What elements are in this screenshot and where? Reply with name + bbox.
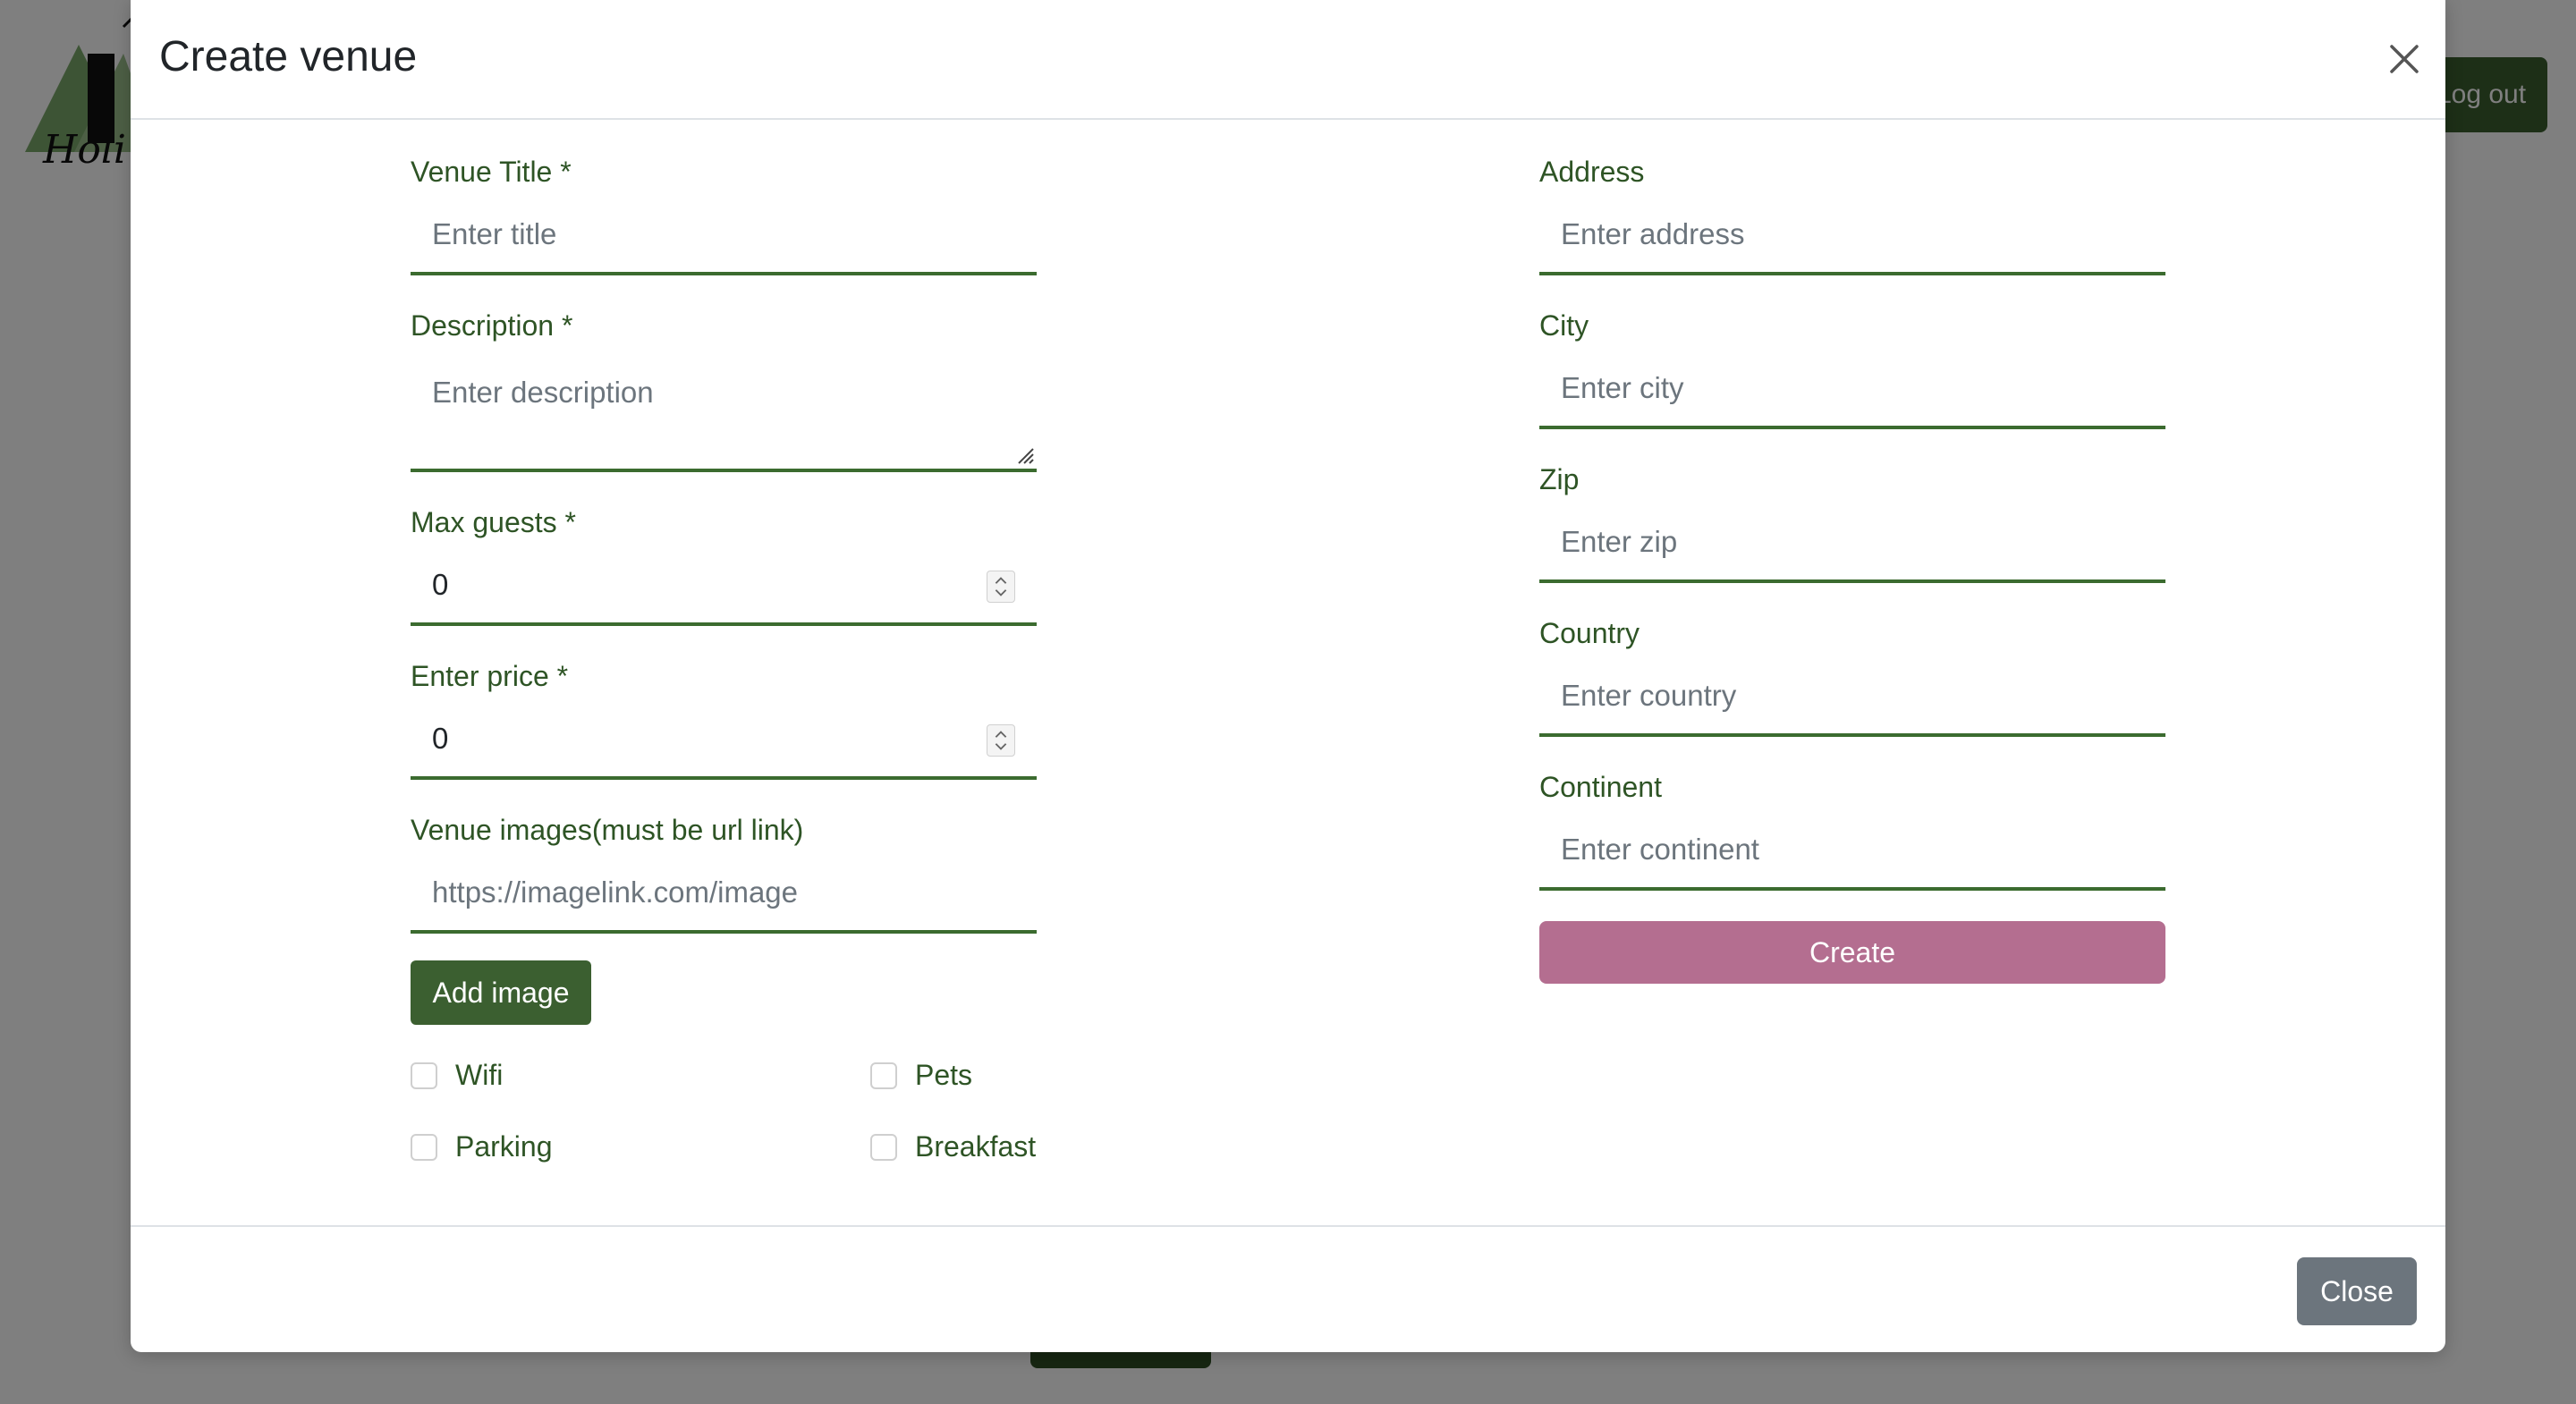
pets-label: Pets xyxy=(915,1059,973,1091)
parking-label: Parking xyxy=(455,1130,553,1163)
country-label: Country xyxy=(1539,617,1640,649)
description-label: Description * xyxy=(411,309,573,342)
price-value: 0 xyxy=(432,722,449,755)
modal-footer: Close xyxy=(131,1225,2445,1352)
amenity-wifi[interactable]: Wifi xyxy=(411,1059,503,1092)
stepper-icon[interactable] xyxy=(987,724,1015,757)
amenity-parking[interactable]: Parking xyxy=(411,1130,553,1163)
stepper-icon[interactable] xyxy=(987,571,1015,603)
create-venue-modal: Create venue Venue Title * Enter title D… xyxy=(131,0,2445,1352)
description-textarea[interactable]: Enter description xyxy=(411,354,1037,472)
continent-label: Continent xyxy=(1539,771,1662,803)
modal-header: Create venue xyxy=(131,0,2445,120)
amenity-pets[interactable]: Pets xyxy=(870,1059,972,1092)
venue-images-label: Venue images(must be url link) xyxy=(411,814,804,846)
zip-input[interactable]: Enter zip xyxy=(1539,504,2165,583)
close-icon[interactable] xyxy=(2381,36,2428,82)
zip-label: Zip xyxy=(1539,463,1580,495)
wifi-label: Wifi xyxy=(455,1059,504,1091)
country-input[interactable]: Enter country xyxy=(1539,658,2165,737)
continent-input[interactable]: Enter continent xyxy=(1539,812,2165,891)
pets-checkbox[interactable] xyxy=(870,1061,897,1089)
max-guests-input[interactable]: 0 xyxy=(411,547,1037,626)
description-placeholder: Enter description xyxy=(432,376,654,409)
city-label: City xyxy=(1539,309,1589,342)
parking-checkbox[interactable] xyxy=(411,1133,437,1161)
max-guests-value: 0 xyxy=(432,568,449,601)
modal-title: Create venue xyxy=(159,33,418,80)
venue-title-input[interactable]: Enter title xyxy=(411,197,1037,275)
wifi-checkbox[interactable] xyxy=(411,1061,437,1089)
venue-title-label: Venue Title * xyxy=(411,156,572,188)
close-button[interactable]: Close xyxy=(2297,1257,2417,1325)
venue-image-url-input[interactable]: https://imagelink.com/image xyxy=(411,855,1037,934)
create-button[interactable]: Create xyxy=(1539,921,2165,984)
max-guests-label: Max guests * xyxy=(411,506,576,538)
resize-handle-icon[interactable] xyxy=(1015,445,1035,465)
amenity-breakfast[interactable]: Breakfast xyxy=(870,1130,1036,1163)
breakfast-checkbox[interactable] xyxy=(870,1133,897,1161)
breakfast-label: Breakfast xyxy=(915,1130,1037,1163)
address-label: Address xyxy=(1539,156,1645,188)
city-input[interactable]: Enter city xyxy=(1539,351,2165,429)
address-input[interactable]: Enter address xyxy=(1539,197,2165,275)
add-image-button[interactable]: Add image xyxy=(411,960,591,1025)
price-input[interactable]: 0 xyxy=(411,701,1037,780)
price-label: Enter price * xyxy=(411,660,569,692)
